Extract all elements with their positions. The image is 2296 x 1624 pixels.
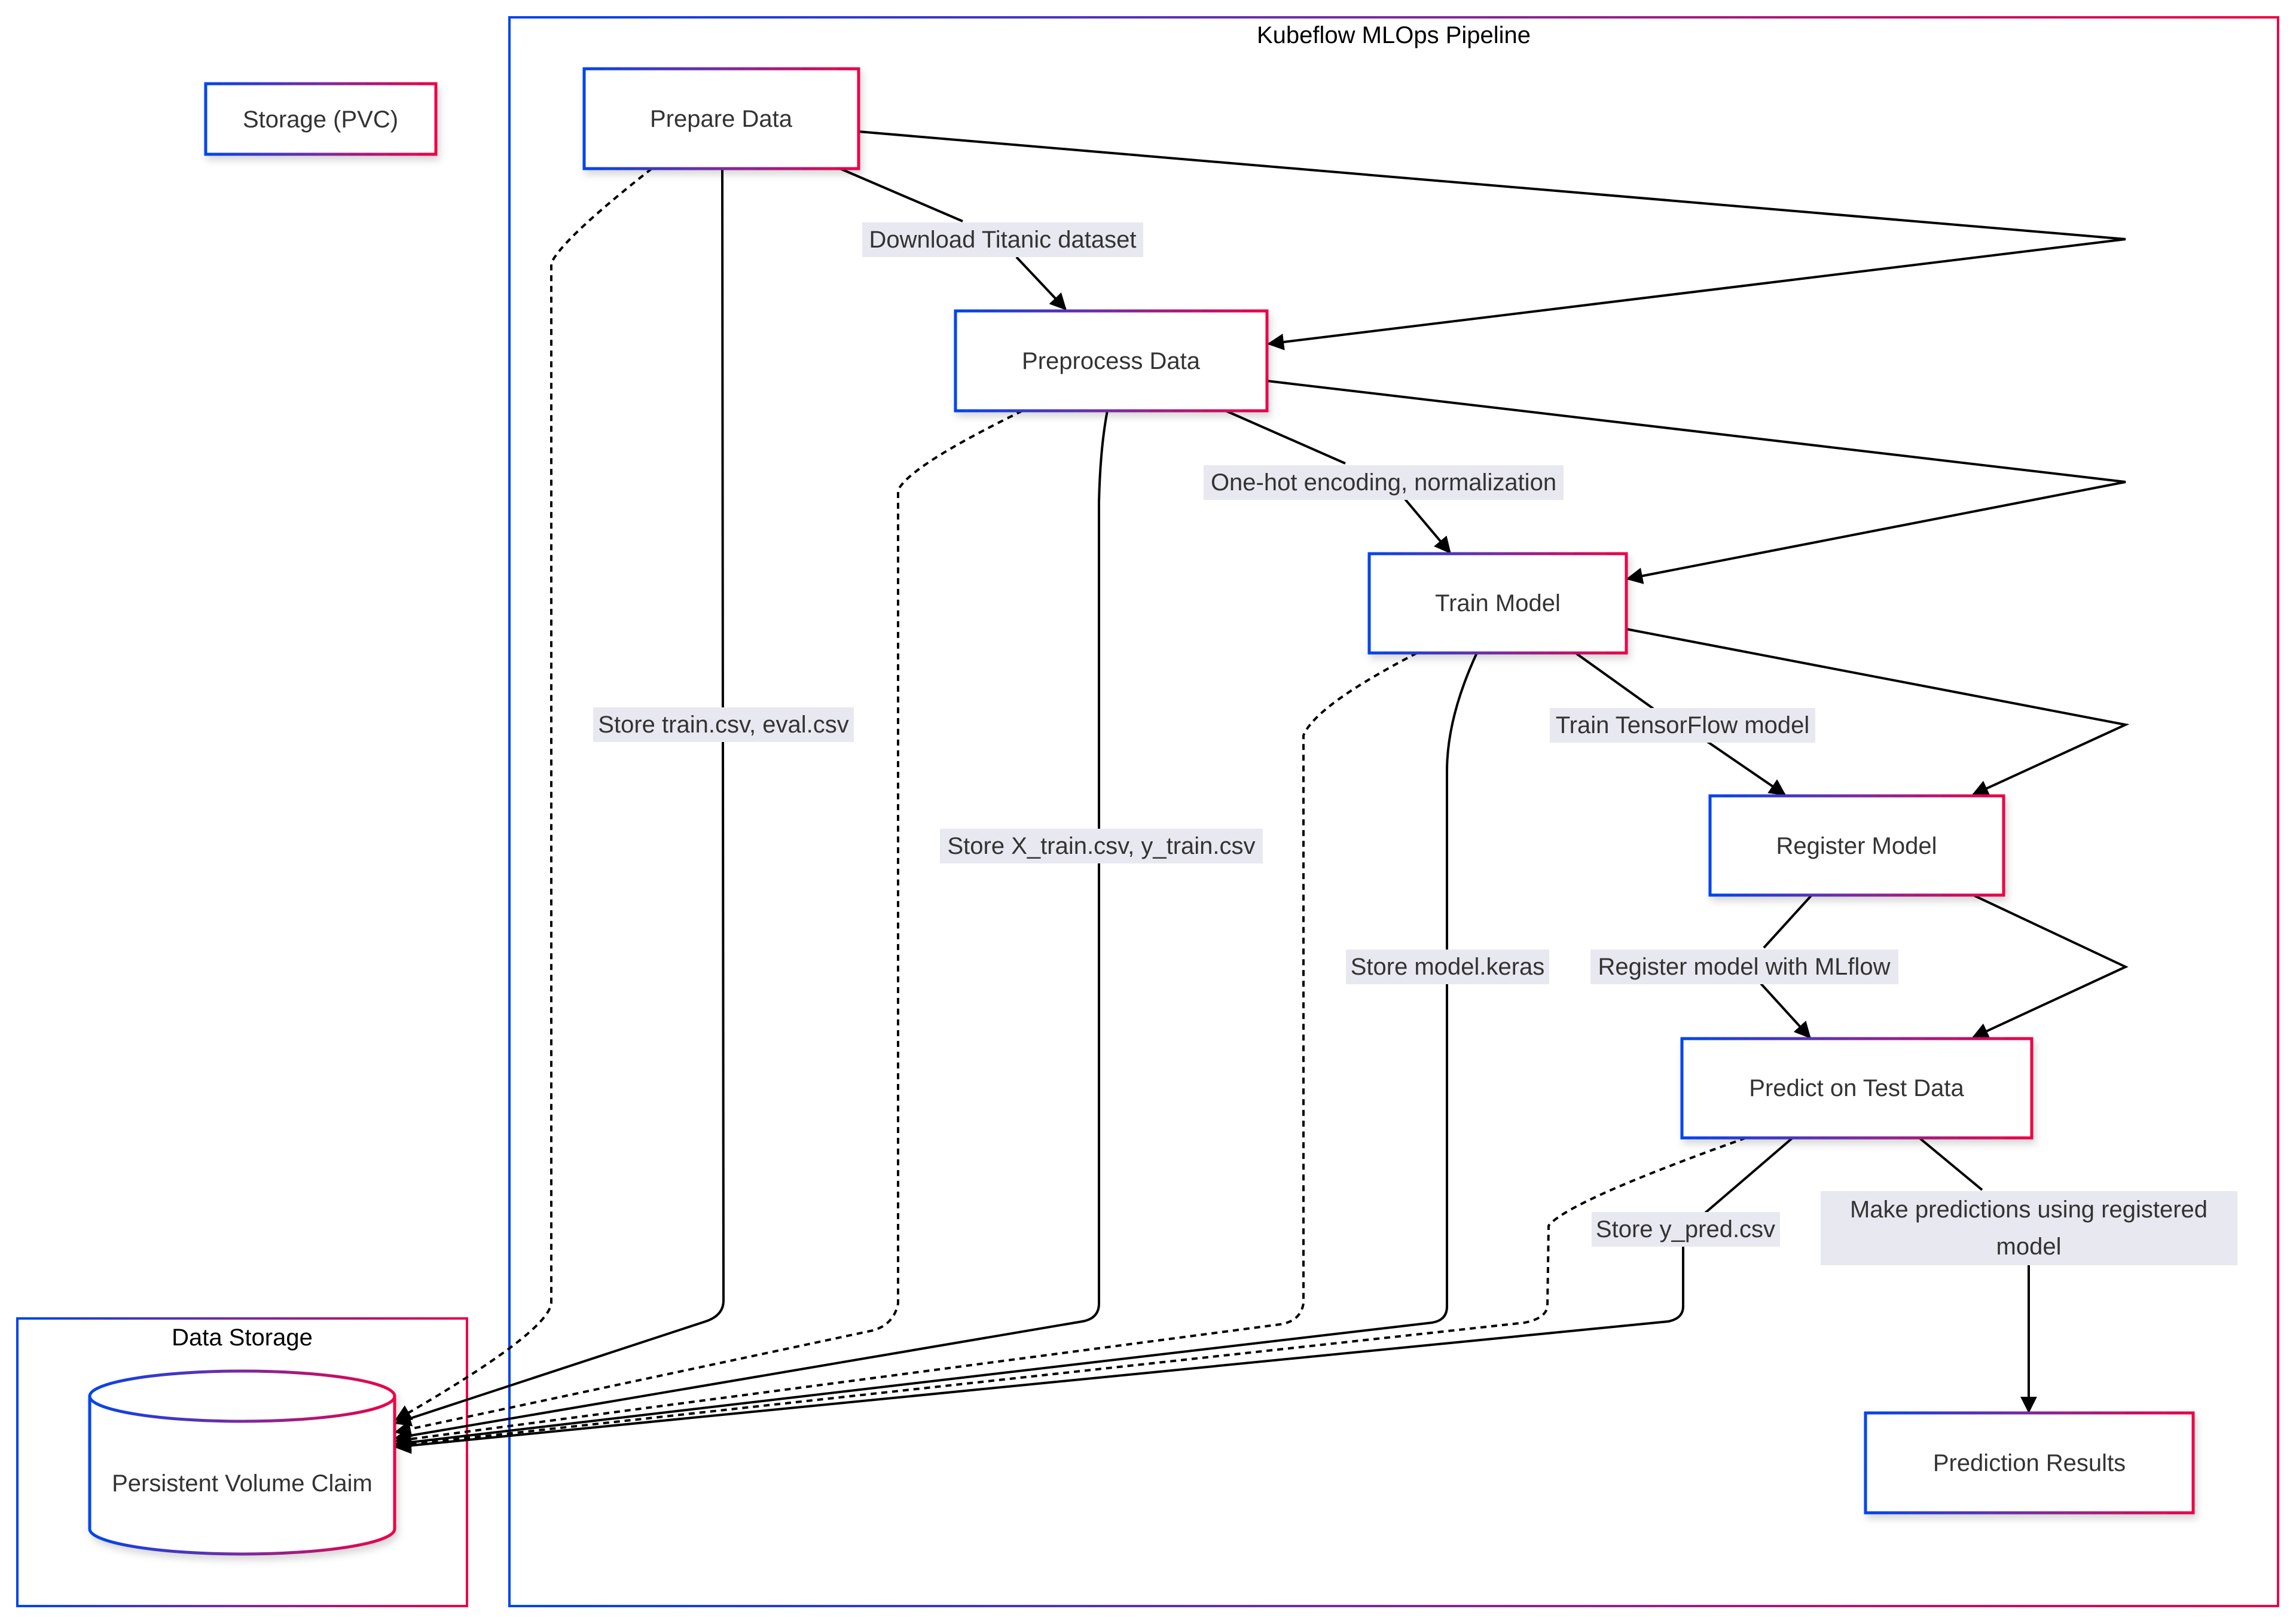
node-predict-test-data[interactable]: Predict on Test Data — [1680, 1037, 2034, 1140]
node-preprocess-data[interactable]: Preprocess Data — [954, 309, 1269, 413]
edge-train-pvc-dashed[interactable] — [394, 652, 1418, 1448]
edge-label-register-mlflow: Register model with MLflow — [1590, 950, 1898, 984]
diagram-canvas: Kubeflow MLOps Pipeline Data Storage Dow… — [16, 16, 2279, 1607]
svg-text:Persistent Volume Claim: Persistent Volume Claim — [112, 1470, 373, 1497]
edge-predict-pvc[interactable] — [396, 1137, 1794, 1447]
cylinder-body — [88, 1369, 396, 1556]
edge-train-pvc[interactable] — [394, 652, 1478, 1451]
svg-text:Store train.csv, eval.csv: Store train.csv, eval.csv — [598, 712, 848, 738]
edge-predict-results[interactable] — [1918, 1137, 2029, 1412]
edge-prepare-pvc[interactable] — [394, 168, 725, 1427]
svg-text:Register model with MLflow: Register model with MLflow — [1598, 954, 1890, 980]
svg-text:Download Titanic dataset: Download Titanic dataset — [869, 227, 1137, 253]
svg-text:Prepare Data: Prepare Data — [650, 106, 793, 132]
edge-register-predict-loop[interactable] — [1971, 894, 2129, 1039]
node-prediction-results[interactable]: Prediction Results — [1864, 1411, 2195, 1515]
edge-prepare-pvc-dashed[interactable] — [394, 167, 653, 1421]
svg-text:Store X_train.csv, y_train.csv: Store X_train.csv, y_train.csv — [948, 833, 1256, 859]
edge-predict-pvc-dashed[interactable] — [394, 1137, 1747, 1453]
edge-label-store-train: Store train.csv, eval.csv — [593, 707, 854, 742]
svg-text:Register Model: Register Model — [1776, 833, 1937, 859]
legend-node-storage-pvc[interactable]: Storage (PVC) — [204, 82, 438, 156]
cluster-pipeline-title: Kubeflow MLOps Pipeline — [1257, 22, 1531, 48]
edge-label-make-predictions: Make predictions using registered model — [1821, 1191, 2237, 1265]
edge-label-store-ypred: Store y_pred.csv — [1592, 1212, 1780, 1247]
edge-preprocess-pvc[interactable] — [394, 410, 1109, 1444]
node-register-model[interactable]: Register Model — [1708, 794, 2005, 897]
svg-text:Store y_pred.csv: Store y_pred.csv — [1596, 1216, 1775, 1243]
svg-text:One-hot encoding, normalizatio: One-hot encoding, normalization — [1211, 469, 1556, 496]
svg-text:model: model — [1996, 1234, 2062, 1260]
svg-text:Train TensorFlow model: Train TensorFlow model — [1556, 712, 1810, 738]
edge-label-onehot: One-hot encoding, normalization — [1204, 465, 1564, 500]
cluster-pipeline-border — [508, 16, 2279, 1607]
cluster-kubeflow-pipeline: Kubeflow MLOps Pipeline — [508, 16, 2279, 1607]
edge-label-store-model: Store model.keras — [1346, 950, 1549, 984]
svg-text:Train Model: Train Model — [1435, 590, 1561, 616]
node-train-model[interactable]: Train Model — [1367, 552, 1628, 655]
cluster-storage-title: Data Storage — [172, 1324, 313, 1351]
edge-label-download: Download Titanic dataset — [862, 222, 1143, 257]
svg-text:Store model.keras: Store model.keras — [1351, 954, 1545, 980]
edge-label-train-tf: Train TensorFlow model — [1550, 708, 1815, 743]
edge-label-store-xtrain: Store X_train.csv, y_train.csv — [940, 829, 1263, 863]
node-prepare-data[interactable]: Prepare Data — [582, 67, 860, 170]
edge-preprocess-pvc-dashed[interactable] — [394, 410, 1023, 1437]
svg-text:Prediction Results: Prediction Results — [1933, 1450, 2126, 1476]
node-persistent-volume-claim[interactable]: Persistent Volume Claim — [88, 1369, 396, 1556]
svg-text:Storage (PVC): Storage (PVC) — [243, 106, 398, 133]
svg-text:Make predictions using registe: Make predictions using registered — [1850, 1196, 2208, 1223]
svg-text:Preprocess Data: Preprocess Data — [1022, 348, 1201, 374]
svg-text:Predict on Test Data: Predict on Test Data — [1749, 1075, 1964, 1101]
